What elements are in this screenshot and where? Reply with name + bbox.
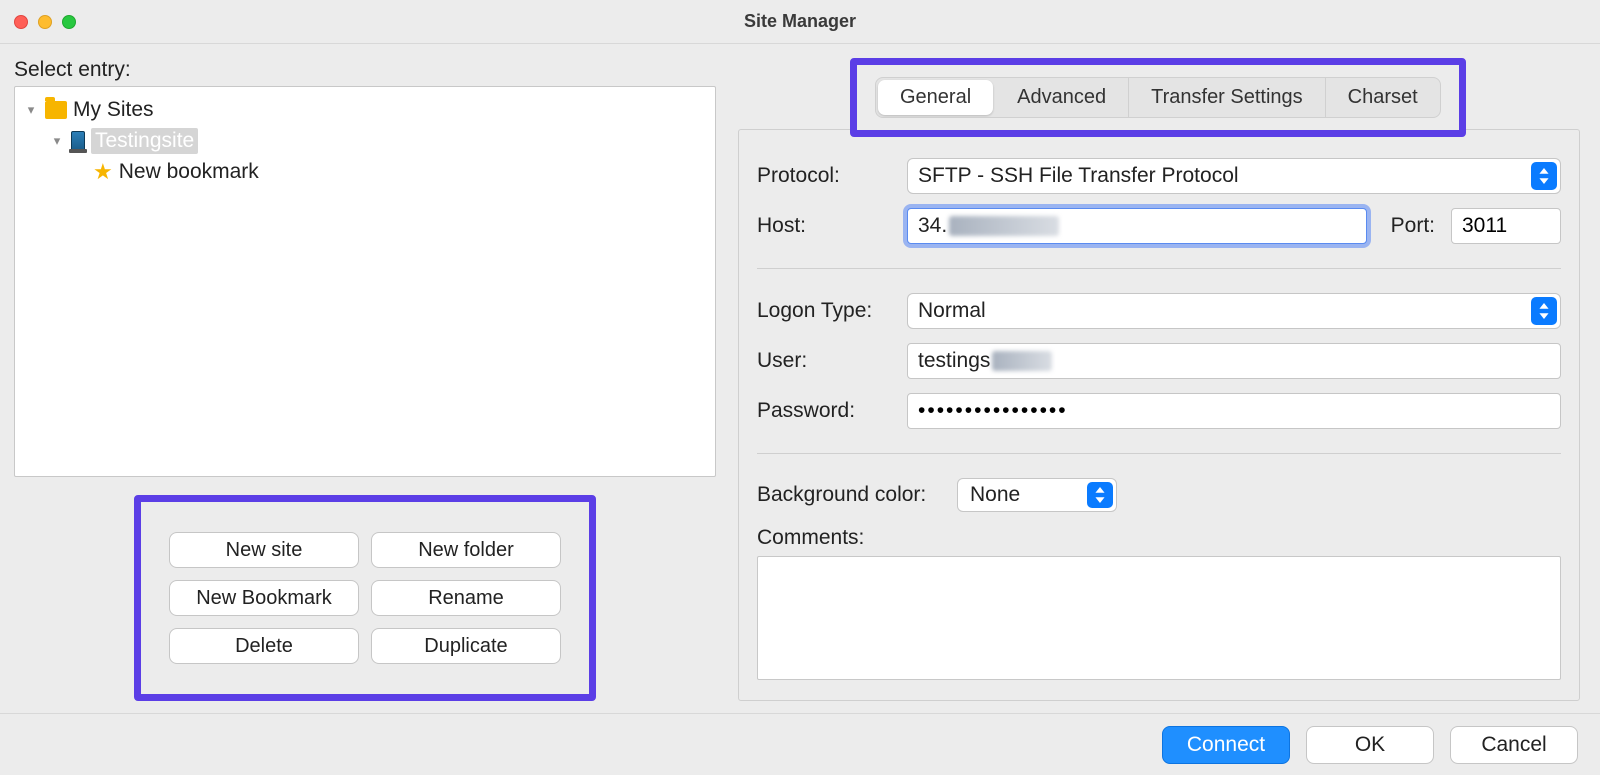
password-label: Password:: [757, 399, 897, 423]
tree-root-label: My Sites: [73, 98, 154, 122]
tab-general[interactable]: General: [878, 80, 993, 115]
redacted-host: [949, 216, 1059, 236]
protocol-value: SFTP - SSH File Transfer Protocol: [918, 164, 1239, 188]
tab-charset[interactable]: Charset: [1326, 78, 1440, 117]
divider: [757, 268, 1561, 269]
divider: [757, 453, 1561, 454]
user-label: User:: [757, 349, 897, 373]
new-folder-button[interactable]: New folder: [371, 532, 561, 568]
tree-row-bookmark[interactable]: ★ New bookmark: [23, 157, 707, 187]
user-input[interactable]: testings: [907, 343, 1561, 379]
tab-transfer-settings[interactable]: Transfer Settings: [1129, 78, 1326, 117]
host-label: Host:: [757, 214, 897, 238]
select-arrows-icon: [1087, 482, 1113, 508]
cancel-button[interactable]: Cancel: [1450, 726, 1578, 764]
host-input[interactable]: 34.: [907, 208, 1367, 244]
tab-advanced[interactable]: Advanced: [995, 78, 1129, 117]
select-arrows-icon: [1531, 297, 1557, 325]
title-bar: Site Manager: [0, 0, 1600, 44]
protocol-label: Protocol:: [757, 164, 897, 188]
password-input[interactable]: [907, 393, 1561, 429]
dialog-footer: Connect OK Cancel: [0, 713, 1600, 775]
left-panel: Select entry: ▾ My Sites ▾ Testingsite ★…: [14, 58, 716, 701]
rename-button[interactable]: Rename: [371, 580, 561, 616]
tree-bookmark-label: New bookmark: [119, 160, 259, 184]
window-title: Site Manager: [0, 11, 1600, 32]
tree-site-label: Testingsite: [91, 128, 198, 154]
right-panel: General Advanced Transfer Settings Chars…: [738, 58, 1580, 701]
logon-type-select[interactable]: Normal: [907, 293, 1561, 329]
port-input[interactable]: [1451, 208, 1561, 244]
select-arrows-icon: [1531, 162, 1557, 190]
delete-button[interactable]: Delete: [169, 628, 359, 664]
bg-color-row: Background color: None: [757, 478, 1561, 512]
chevron-down-icon[interactable]: ▾: [23, 102, 39, 118]
logon-type-label: Logon Type:: [757, 299, 897, 323]
protocol-select[interactable]: SFTP - SSH File Transfer Protocol: [907, 158, 1561, 194]
user-value: testings: [918, 349, 990, 373]
bg-color-select[interactable]: None: [957, 478, 1117, 512]
folder-icon: [45, 101, 67, 119]
new-bookmark-button[interactable]: New Bookmark: [169, 580, 359, 616]
protocol-row: Protocol: SFTP - SSH File Transfer Proto…: [757, 158, 1561, 194]
tree-row-site[interactable]: ▾ Testingsite: [23, 125, 707, 157]
new-site-button[interactable]: New site: [169, 532, 359, 568]
port-label: Port:: [1391, 214, 1435, 238]
logon-type-row: Logon Type: Normal: [757, 293, 1561, 329]
star-icon: ★: [93, 161, 113, 183]
comments-textarea[interactable]: [757, 556, 1561, 680]
tree-row-root[interactable]: ▾ My Sites: [23, 95, 707, 125]
zoom-window-button[interactable]: [62, 15, 76, 29]
password-row: Password:: [757, 393, 1561, 429]
ok-button[interactable]: OK: [1306, 726, 1434, 764]
host-port-row: Host: 34. Port:: [757, 208, 1561, 244]
entry-actions-highlight: New site New folder New Bookmark Rename …: [134, 495, 596, 701]
host-value: 34.: [918, 214, 947, 238]
duplicate-button[interactable]: Duplicate: [371, 628, 561, 664]
comments-row: Comments:: [757, 526, 1561, 680]
bg-color-value: None: [970, 483, 1020, 507]
site-tree[interactable]: ▾ My Sites ▾ Testingsite ★ New bookmark: [14, 86, 716, 477]
settings-tabs: General Advanced Transfer Settings Chars…: [875, 77, 1441, 118]
chevron-down-icon[interactable]: ▾: [49, 133, 65, 149]
minimize-window-button[interactable]: [38, 15, 52, 29]
tabs-highlight: General Advanced Transfer Settings Chars…: [850, 58, 1466, 137]
redacted-user: [992, 351, 1052, 371]
close-window-button[interactable]: [14, 15, 28, 29]
traffic-lights: [14, 15, 76, 29]
connect-button[interactable]: Connect: [1162, 726, 1290, 764]
form-area: Protocol: SFTP - SSH File Transfer Proto…: [738, 129, 1580, 701]
comments-label: Comments:: [757, 526, 864, 550]
user-row: User: testings: [757, 343, 1561, 379]
select-entry-label: Select entry:: [14, 58, 716, 82]
logon-type-value: Normal: [918, 299, 986, 323]
bg-color-label: Background color:: [757, 483, 947, 507]
server-icon: [71, 131, 85, 151]
